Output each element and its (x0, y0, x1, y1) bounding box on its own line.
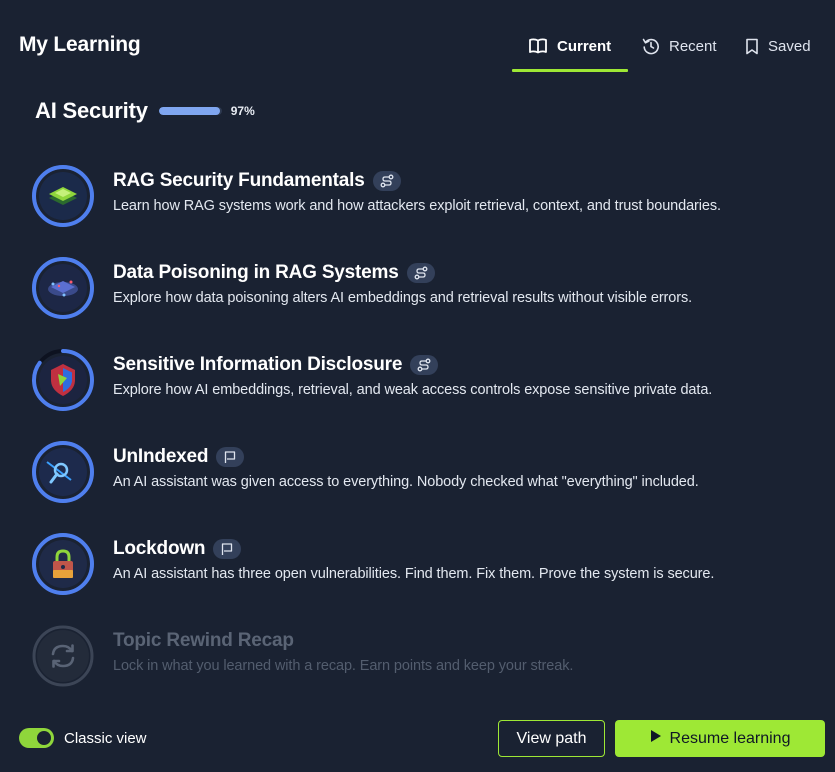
module-title: RAG Security Fundamentals (113, 170, 365, 191)
module-item[interactable]: Data Poisoning in RAG Systems Explore ho… (31, 256, 811, 320)
module-progress-ring (32, 165, 94, 227)
tab-current[interactable]: Current (528, 22, 611, 70)
module-title: UnIndexed (113, 446, 209, 467)
module-description: Explore how AI embeddings, retrieval, an… (113, 382, 713, 398)
path-progress-text: 97% (230, 104, 255, 118)
route-icon (406, 263, 435, 283)
module-item[interactable]: UnIndexed An AI assistant was given acce… (31, 440, 811, 504)
route-icon (410, 355, 439, 375)
tab-recent[interactable]: Recent (642, 22, 717, 70)
path-progress-fill (158, 107, 220, 115)
module-progress-ring (32, 441, 94, 503)
tab-label: Recent (669, 37, 717, 55)
module-title: Lockdown (113, 538, 206, 559)
module-description: An AI assistant has three open vulnerabi… (113, 566, 715, 582)
flag-icon (216, 447, 245, 467)
module-progress-ring (32, 257, 94, 319)
module-description: An AI assistant was given access to ever… (113, 474, 699, 490)
play-icon (650, 729, 662, 748)
learning-path-header: AI Security 97% (35, 96, 255, 126)
flag-icon (213, 539, 242, 559)
resume-learning-button[interactable]: Resume learning (615, 720, 825, 757)
module-title: Topic Rewind Recap (113, 630, 294, 651)
active-tab-indicator (512, 69, 628, 72)
module-description: Lock in what you learned with a recap. E… (113, 658, 574, 674)
toggle-label: Classic view (64, 729, 147, 747)
module-progress-ring (32, 625, 94, 687)
module-title: Sensitive Information Disclosure (113, 354, 403, 375)
classic-view-toggle[interactable]: Classic view (19, 728, 147, 748)
tab-label: Saved (768, 37, 811, 55)
bookmark-icon (745, 38, 759, 55)
module-description: Learn how RAG systems work and how attac… (113, 198, 721, 214)
view-path-button[interactable]: View path (498, 720, 605, 757)
header: My Learning Current Recent Saved (0, 0, 835, 72)
toggle-switch[interactable] (19, 728, 54, 748)
module-progress-ring (32, 349, 94, 411)
module-item-recap[interactable]: Topic Rewind Recap Lock in what you lear… (31, 624, 811, 688)
path-title: AI Security (35, 98, 148, 123)
toggle-knob (37, 731, 51, 745)
page-title: My Learning (19, 33, 141, 56)
tab-saved[interactable]: Saved (745, 22, 811, 70)
module-item[interactable]: Sensitive Information Disclosure Explore… (31, 348, 811, 412)
route-icon (372, 171, 401, 191)
module-item[interactable]: RAG Security Fundamentals Learn how RAG … (31, 164, 811, 228)
history-icon (642, 37, 660, 55)
tab-label: Current (557, 37, 612, 55)
book-open-icon (528, 37, 548, 55)
resume-learning-label: Resume learning (669, 729, 791, 747)
module-progress-ring (32, 533, 94, 595)
path-progress-bar (158, 107, 222, 115)
module-title: Data Poisoning in RAG Systems (113, 262, 399, 283)
module-description: Explore how data poisoning alters AI emb… (113, 290, 693, 306)
module-item[interactable]: Lockdown An AI assistant has three open … (31, 532, 811, 596)
